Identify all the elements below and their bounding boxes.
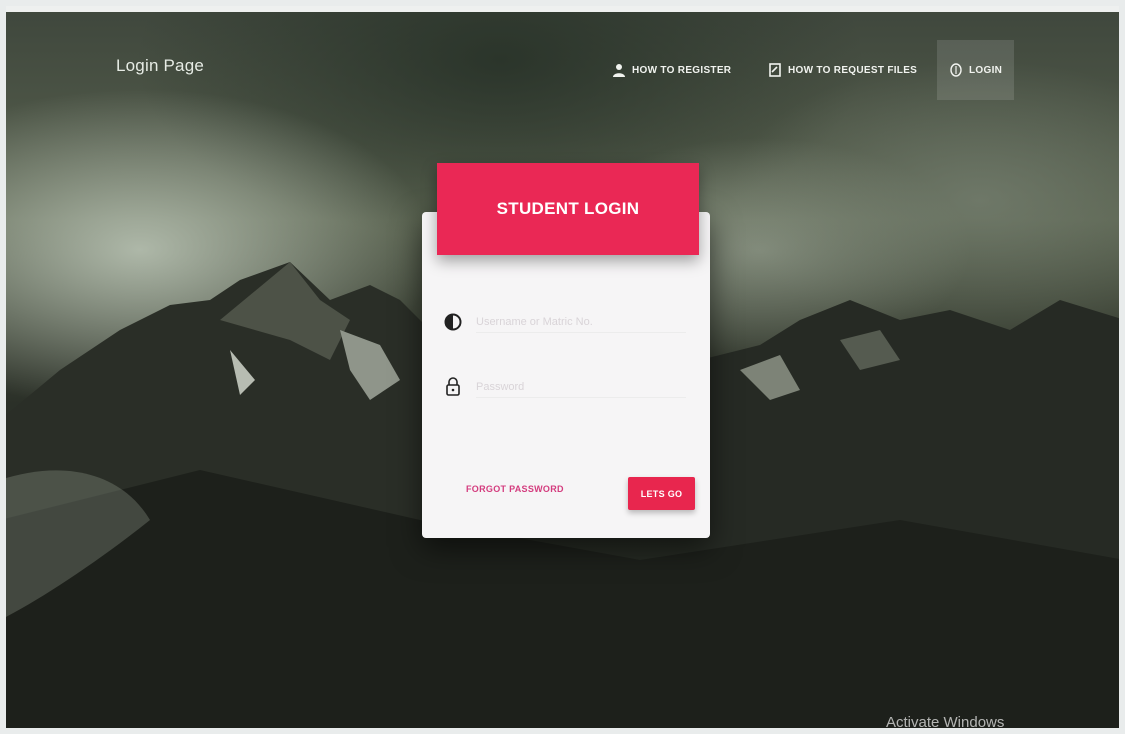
username-input[interactable]	[476, 311, 686, 333]
activate-windows-watermark: Activate Windows	[886, 714, 1005, 731]
nav-link-label: HOW TO REQUEST FILES	[788, 64, 918, 76]
nav-link-how-to-register[interactable]: HOW TO REGISTER	[612, 56, 731, 84]
document-icon	[769, 63, 781, 77]
nav-link-label: HOW TO REGISTER	[632, 64, 732, 76]
user-icon	[613, 64, 625, 77]
login-card-header: STUDENT LOGIN	[437, 163, 699, 255]
login-screen: Login Page HOW TO REGISTER HOW TO REQUES…	[0, 0, 1125, 734]
brand-title[interactable]: Login Page	[116, 56, 204, 76]
top-navbar: Login Page HOW TO REGISTER HOW TO REQUES…	[0, 40, 1125, 100]
fingerprint-icon	[950, 63, 962, 77]
nav-link-login[interactable]: LOGIN	[937, 40, 1015, 100]
username-field	[444, 305, 694, 339]
password-input[interactable]	[476, 376, 686, 398]
forgot-password-link[interactable]: FORGOT PASSWORD	[466, 484, 564, 494]
lock-icon	[446, 377, 460, 396]
nav-link-label: LOGIN	[969, 64, 1003, 76]
user-circle-icon	[444, 313, 462, 331]
login-card-title: STUDENT LOGIN	[496, 199, 640, 218]
nav-link-how-to-request-files[interactable]: HOW TO REQUEST FILES	[768, 56, 917, 84]
password-field	[444, 370, 694, 404]
submit-button[interactable]: LETS GO	[628, 477, 695, 510]
